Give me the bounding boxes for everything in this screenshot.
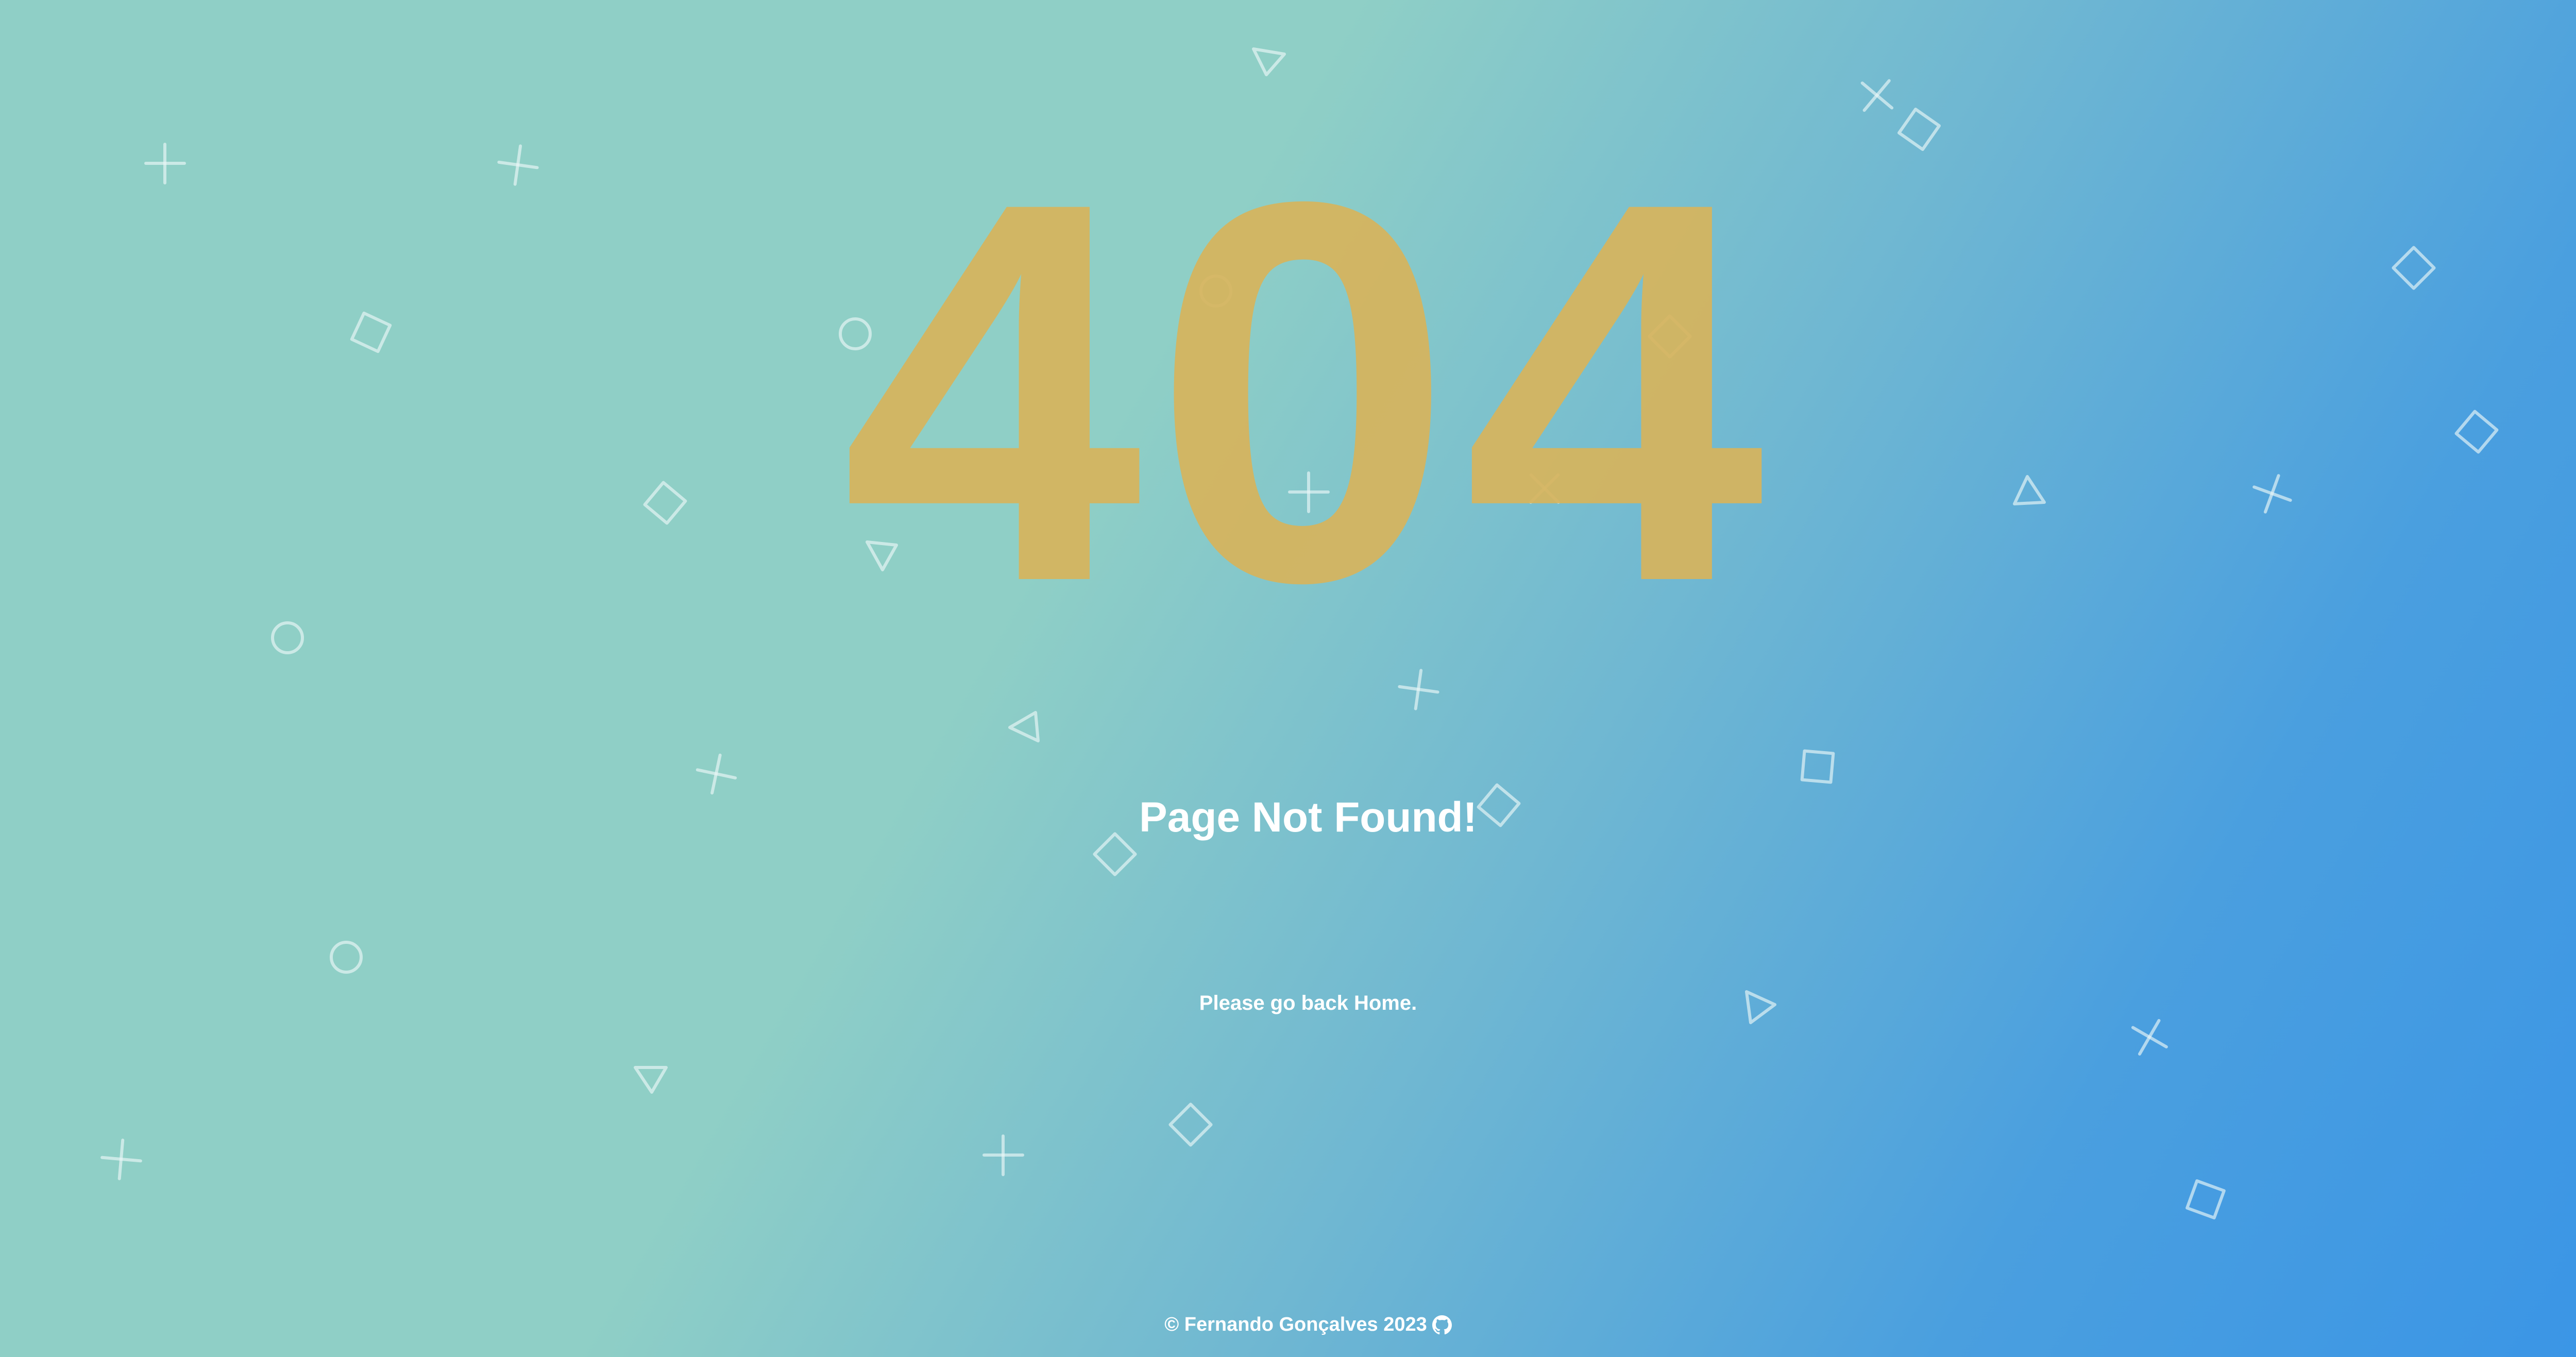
error-code: 404 xyxy=(841,89,1775,694)
x-icon xyxy=(2131,1019,2168,1056)
back-home-prefix: Please go back xyxy=(1199,992,1354,1014)
not-found-page: 404 Page Not Found! Please go back Home.… xyxy=(0,0,2576,1357)
square-icon xyxy=(2185,1179,2226,1219)
page-title: Page Not Found! xyxy=(1139,794,1477,841)
home-link[interactable]: Home xyxy=(1354,992,1411,1014)
github-icon[interactable] xyxy=(1432,1315,1452,1335)
square-icon xyxy=(1168,1102,1213,1147)
triangle-icon xyxy=(1252,47,1286,76)
plus-icon xyxy=(100,1139,142,1180)
footer-copyright: © Fernando Gonçalves 2023 xyxy=(1164,1314,1427,1335)
back-home-suffix: . xyxy=(1411,992,1417,1014)
plus-icon xyxy=(696,753,737,795)
x-icon xyxy=(1860,79,1894,112)
github-icon-graphic xyxy=(1432,1315,1452,1334)
triangle-icon xyxy=(1008,711,1040,742)
circle-icon xyxy=(330,941,363,974)
plus-icon xyxy=(982,1134,1024,1176)
back-home-message: Please go back Home. xyxy=(0,992,2576,1015)
square-icon xyxy=(1800,749,1835,784)
triangle-icon xyxy=(634,1066,668,1094)
footer: © Fernando Gonçalves 2023 xyxy=(0,1314,2576,1336)
